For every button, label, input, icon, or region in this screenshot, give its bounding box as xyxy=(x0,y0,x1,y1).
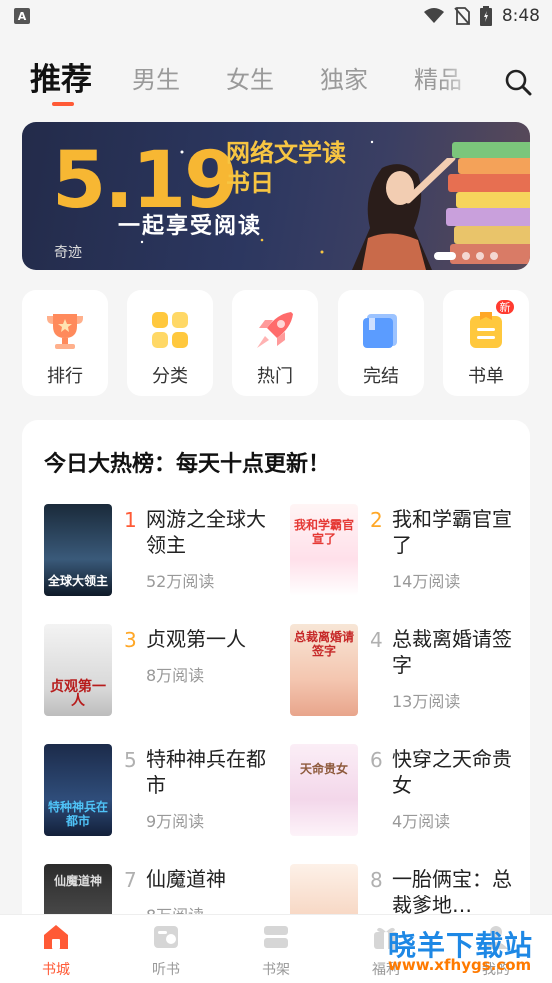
banner-pagination xyxy=(434,252,498,260)
banner-books-illustration xyxy=(446,142,530,264)
ranking-title: 今日大热榜：每天十点更新！ xyxy=(44,452,331,477)
book-cover[interactable]: 特种神兵在都市 xyxy=(44,744,112,836)
nav-item-audiobook[interactable]: 听书 xyxy=(126,923,206,979)
book-title[interactable]: 特种神兵在都市 xyxy=(146,746,276,798)
book-item[interactable]: 全球大领主 1 网游之全球大领主 52万阅读 xyxy=(44,504,284,600)
book-title[interactable]: 仙魔道神 xyxy=(146,866,276,892)
nav-label: 听书 xyxy=(152,962,180,978)
cover-title: 天命贵女 xyxy=(299,762,348,776)
wifi-icon xyxy=(423,8,444,23)
rank-number: 2 xyxy=(370,508,383,532)
book-title[interactable]: 贞观第一人 xyxy=(146,626,276,652)
booklist-icon-wrap: 新 xyxy=(464,298,516,352)
quick-link-hot[interactable]: 热门 xyxy=(232,290,318,396)
rank-number: 8 xyxy=(370,868,383,892)
book-reads: 8万阅读 xyxy=(146,666,205,685)
grid-icon xyxy=(152,312,188,348)
cover-title: 仙魔道神 xyxy=(53,874,102,888)
trophy-icon xyxy=(47,314,83,349)
hot-ranking-card: 今日大热榜：每天十点更新！ 全球大领主 1 网游之全球大领主 52万阅读 我和学… xyxy=(22,420,530,940)
cover-title: 特种神兵在都市 xyxy=(47,800,108,828)
book-reads: 9万阅读 xyxy=(146,812,205,831)
new-badge: 新 xyxy=(494,298,516,316)
cover-title: 全球大领主 xyxy=(47,574,108,588)
tab-male[interactable]: 男生 xyxy=(132,60,180,95)
book-stack-icon xyxy=(363,314,397,348)
quick-link-label: 书单 xyxy=(468,366,504,387)
rank-number: 3 xyxy=(124,628,137,652)
status-icons: 8:48 xyxy=(423,6,540,26)
status-bar: A 8:48 xyxy=(0,0,552,32)
banner-dot[interactable] xyxy=(490,252,498,260)
book-title[interactable]: 网游之全球大领主 xyxy=(146,506,276,558)
book-cover[interactable]: 全球大领主 xyxy=(44,504,112,596)
bookshelf-icon xyxy=(264,926,288,948)
tab-recommend[interactable]: 推荐 xyxy=(30,54,92,99)
home-icon xyxy=(44,925,68,949)
quick-link-label: 分类 xyxy=(152,366,188,387)
book-reads: 4万阅读 xyxy=(392,812,451,831)
book-item[interactable]: 贞观第一人 3 贞观第一人 8万阅读 xyxy=(44,624,284,720)
book-cover[interactable]: 我和学霸官宣了 xyxy=(290,504,358,596)
rank-number: 7 xyxy=(124,868,137,892)
quick-link-label: 完结 xyxy=(363,366,399,387)
book-cover[interactable]: 总裁离婚请签字 xyxy=(290,624,358,716)
promo-banner[interactable]: 5.19 网络文学读书日 一起享受阅读 奇迹 xyxy=(22,122,530,270)
quick-link-label: 排行 xyxy=(47,366,83,387)
search-icon[interactable] xyxy=(504,68,532,96)
nav-label: 书架 xyxy=(262,962,290,978)
status-time: 8:48 xyxy=(501,6,540,26)
status-indicator-icon: A xyxy=(14,8,30,24)
banner-brand: 奇迹 xyxy=(54,245,82,261)
tab-overflow-fade xyxy=(440,52,490,108)
quick-link-completed[interactable]: 完结 xyxy=(338,290,424,396)
book-title[interactable]: 总裁离婚请签字 xyxy=(392,626,522,678)
quick-link-booklist[interactable]: 新 书单 xyxy=(443,290,529,396)
tab-active-indicator xyxy=(52,102,74,106)
book-reads: 14万阅读 xyxy=(392,572,461,591)
battery-icon xyxy=(479,6,492,26)
category-tabs: 推荐 男生 女生 独家 精品 xyxy=(0,52,552,112)
banner-subtitle: 一起享受阅读 xyxy=(118,214,263,239)
book-item[interactable]: 我和学霸官宣了 2 我和学霸官宣了 14万阅读 xyxy=(290,504,530,600)
book-reads: 52万阅读 xyxy=(146,572,215,591)
no-sim-icon xyxy=(454,7,470,25)
tab-female[interactable]: 女生 xyxy=(226,60,274,95)
rank-number: 6 xyxy=(370,748,383,772)
book-cover[interactable]: 天命贵女 xyxy=(290,744,358,836)
tab-exclusive[interactable]: 独家 xyxy=(320,60,368,95)
rocket-icon xyxy=(257,312,293,348)
banner-dot[interactable] xyxy=(434,252,456,260)
quick-link-label: 热门 xyxy=(257,366,293,387)
headphone-icon xyxy=(154,926,178,948)
book-reads: 13万阅读 xyxy=(392,692,461,711)
cover-title: 贞观第一人 xyxy=(50,679,106,709)
banner-dot[interactable] xyxy=(476,252,484,260)
book-item[interactable]: 特种神兵在都市 5 特种神兵在都市 9万阅读 xyxy=(44,744,284,840)
quick-link-category[interactable]: 分类 xyxy=(127,290,213,396)
rank-number: 5 xyxy=(124,748,137,772)
quick-link-ranking[interactable]: 排行 xyxy=(22,290,108,396)
book-cover[interactable]: 贞观第一人 xyxy=(44,624,112,716)
cover-title: 总裁离婚请签字 xyxy=(293,630,354,658)
banner-dot[interactable] xyxy=(462,252,470,260)
cover-title: 我和学霸官宣了 xyxy=(293,518,354,546)
book-title[interactable]: 快穿之天命贵女 xyxy=(392,746,522,798)
book-item[interactable]: 天命贵女 6 快穿之天命贵女 4万阅读 xyxy=(290,744,530,840)
rank-number: 1 xyxy=(124,508,137,532)
book-title[interactable]: 我和学霸官宣了 xyxy=(392,506,522,558)
book-title[interactable]: 一胎俩宝：总裁爹地… xyxy=(392,866,522,918)
nav-label: 书城 xyxy=(42,962,70,978)
watermark-url: www.xfhygs.com xyxy=(388,956,532,974)
site-watermark: 晓羊下载站 www.xfhygs.com xyxy=(388,924,552,980)
book-item[interactable]: 总裁离婚请签字 4 总裁离婚请签字 13万阅读 xyxy=(290,624,530,720)
nav-item-bookstore[interactable]: 书城 xyxy=(16,923,96,979)
nav-item-bookshelf[interactable]: 书架 xyxy=(236,923,316,979)
rank-number: 4 xyxy=(370,628,383,652)
